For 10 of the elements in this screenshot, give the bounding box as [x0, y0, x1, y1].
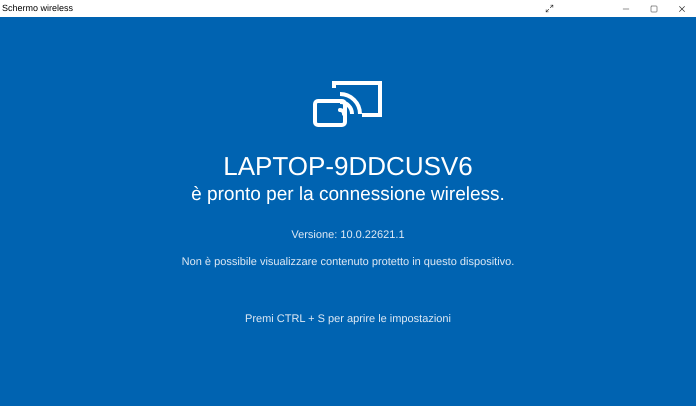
close-icon — [677, 4, 687, 14]
version-text: Versione: 10.0.22621.1 — [291, 228, 405, 243]
settings-hint: Premi CTRL + S per aprire le impostazioni — [245, 312, 451, 327]
maximize-icon — [650, 4, 658, 12]
wireless-display-icon — [312, 79, 384, 129]
device-name: LAPTOP-9DDCUSV6 — [223, 151, 473, 181]
window-title: Schermo wireless — [2, 2, 74, 15]
status-text: è pronto per la connessione wireless. — [191, 183, 505, 207]
protected-content-notice: Non è possibile visualizzare contenuto protetto in questo dispositivo. — [182, 254, 514, 270]
expand-icon — [544, 4, 554, 13]
